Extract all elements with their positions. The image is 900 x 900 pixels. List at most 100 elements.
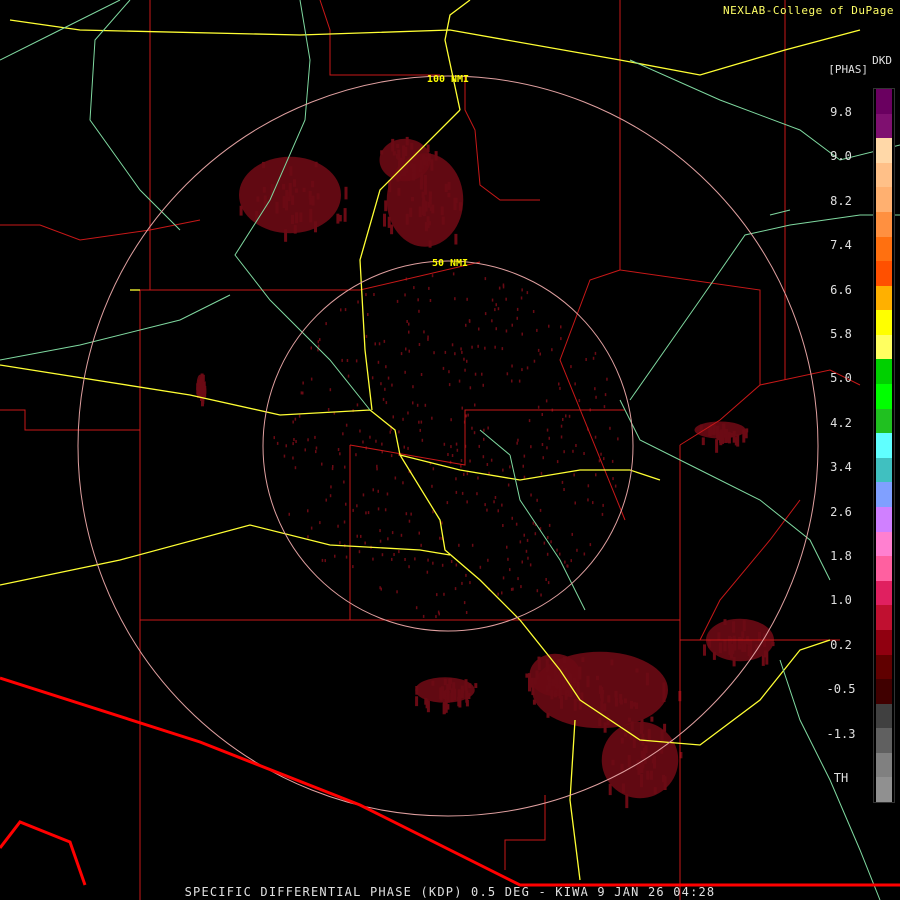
state-border — [0, 676, 900, 887]
clutter-cell — [523, 475, 526, 479]
clutter-cell — [460, 459, 463, 462]
echo-cell — [449, 678, 452, 684]
scale-swatch — [876, 310, 892, 336]
echo-cell — [282, 183, 286, 190]
clutter-cell — [367, 313, 369, 316]
clutter-cell — [356, 504, 358, 508]
clutter-cell — [454, 352, 456, 356]
echo-cell — [447, 192, 451, 198]
echo-cell — [262, 186, 266, 193]
clutter-cell — [365, 293, 367, 297]
echo-cell — [723, 639, 727, 652]
echo-cell — [293, 228, 297, 234]
echo-cell — [431, 680, 435, 686]
echo-cell — [410, 142, 414, 150]
clutter-cell — [463, 601, 466, 605]
clutter-cell — [540, 593, 542, 597]
echo-cell — [703, 644, 706, 656]
echo-cell — [295, 212, 299, 224]
echo-cell — [586, 675, 590, 688]
county-borders — [0, 0, 861, 900]
clutter-cell — [532, 521, 535, 525]
scale-swatch — [876, 138, 892, 164]
clutter-cell — [528, 419, 531, 423]
clutter-cell — [369, 435, 371, 439]
echo-cell — [728, 641, 732, 655]
clutter-cell — [483, 437, 485, 441]
echo-cell — [525, 673, 529, 678]
clutter-cell — [431, 416, 433, 420]
clutter-cell — [465, 414, 467, 418]
echo-cell — [546, 712, 550, 718]
echo-cell — [419, 179, 423, 190]
scale-tick-label: 7.4 — [830, 238, 852, 253]
echo-cell — [450, 688, 454, 702]
echo-cell — [553, 692, 557, 698]
echo-cell — [610, 659, 614, 666]
echo-cell — [291, 214, 294, 224]
scale-swatch — [876, 629, 892, 655]
county-line — [139, 0, 151, 900]
clutter-cell — [526, 366, 529, 370]
clutter-cell — [476, 492, 478, 496]
echo-cell — [289, 166, 293, 176]
scale-tick-label: -0.5 — [826, 682, 856, 697]
radar-echoes — [196, 136, 775, 809]
clutter-cell — [474, 372, 477, 376]
clutter-cell — [424, 403, 427, 407]
echo-cell — [614, 697, 618, 707]
clutter-cell — [339, 452, 341, 456]
echo-cell — [627, 717, 631, 722]
echo-cell — [398, 174, 402, 179]
echo-cell — [701, 437, 705, 446]
echo-cell — [397, 187, 401, 196]
product-title: SPECIFIC DIFFERENTIAL PHASE (KDP) 0.5 DE… — [184, 885, 716, 899]
clutter-cell — [460, 347, 462, 351]
clutter-cell — [501, 347, 504, 351]
clutter-cell — [540, 471, 543, 475]
echo-cell — [202, 381, 206, 396]
echo-cell — [256, 196, 260, 202]
clutter-cell — [525, 549, 528, 553]
clutter-cell — [314, 435, 316, 439]
clutter-cell — [317, 340, 319, 344]
echo-cell — [383, 213, 386, 227]
clutter-cell — [337, 524, 339, 528]
clutter-cell — [298, 414, 301, 418]
clutter-cell — [389, 430, 391, 434]
clutter-cell — [491, 319, 493, 323]
clutter-cell — [340, 308, 342, 312]
county-line — [0, 409, 140, 431]
clutter-cell — [495, 327, 497, 331]
clutter-cell — [454, 297, 456, 301]
clutter-cell — [386, 492, 389, 496]
clutter-cell — [367, 511, 370, 515]
echo-cell — [641, 754, 645, 760]
clutter-cell — [432, 561, 434, 565]
scale-tick-label: 1.0 — [830, 593, 852, 608]
clutter-cell — [371, 376, 374, 380]
interstate-route — [0, 364, 831, 746]
clutter-cell — [404, 293, 406, 297]
echo-cell — [311, 195, 315, 206]
echo-cell — [653, 787, 657, 795]
clutter-cell — [378, 342, 381, 346]
clutter-cell — [394, 476, 397, 480]
clutter-cell — [477, 344, 479, 348]
echo-cell — [741, 631, 745, 639]
clutter-cell — [487, 558, 489, 562]
clutter-cell — [408, 565, 410, 569]
echo-cell — [629, 735, 633, 740]
echo-cell — [627, 755, 631, 768]
scale-tick-label: 0.2 — [830, 637, 852, 652]
echo-cell — [557, 659, 561, 666]
clutter-cell — [321, 462, 323, 466]
clutter-cell — [387, 537, 389, 541]
clutter-cell — [376, 467, 378, 471]
clutter-cell — [541, 443, 544, 446]
clutter-cell — [343, 520, 346, 524]
clutter-cell — [365, 511, 367, 515]
clutter-cell — [494, 496, 497, 499]
clutter-cell — [487, 426, 489, 430]
echo-cell — [302, 187, 306, 192]
